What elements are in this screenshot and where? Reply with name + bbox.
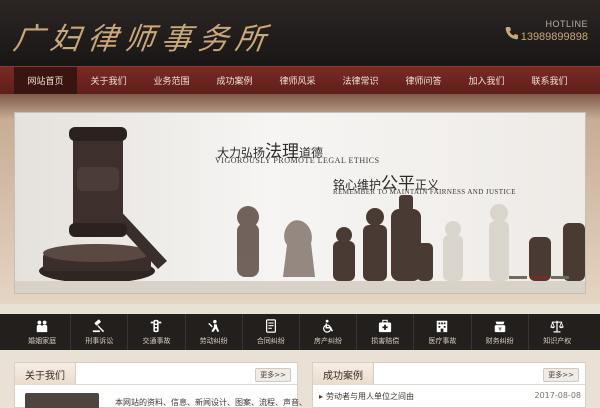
case-date: 2017-08-08 xyxy=(534,391,582,400)
service-medical[interactable]: 医疗事故 xyxy=(414,314,472,350)
service-criminal[interactable]: 刑事诉讼 xyxy=(71,314,129,350)
about-photo xyxy=(25,393,99,408)
about-panel-title: 关于我们 xyxy=(15,363,76,385)
nav-item-contact[interactable]: 联系我们 xyxy=(518,67,581,94)
wheelchair-icon xyxy=(323,319,334,333)
cases-panel-title: 成功案例 xyxy=(313,363,374,385)
service-label: 财务纠纷 xyxy=(485,336,514,345)
nav-item-lawyers[interactable]: 律师风采 xyxy=(266,67,329,94)
nav-item-cases[interactable]: 成功案例 xyxy=(203,67,266,94)
main-nav: 网站首页 关于我们 业务范围 成功案例 律师风采 法律常识 律师问答 加入我们 … xyxy=(0,66,600,94)
service-traffic[interactable]: 交通事故 xyxy=(128,314,186,350)
nav-item-home[interactable]: 网站首页 xyxy=(14,67,77,94)
nav-item-about[interactable]: 关于我们 xyxy=(77,67,140,94)
contract-icon xyxy=(265,318,276,333)
slider-dot-active[interactable] xyxy=(530,276,548,279)
money-icon: ¥ xyxy=(494,321,505,332)
service-damages[interactable]: 损害赔偿 xyxy=(357,314,415,350)
hotline-label: HOTLINE xyxy=(545,19,588,29)
service-label: 刑事诉讼 xyxy=(85,336,114,345)
banner-slogan-2-en: REMEMBER TO MAINTAIN FAIRNESS AND JUSTIC… xyxy=(333,188,516,196)
service-label: 劳动纠纷 xyxy=(199,336,228,345)
service-label: 交通事故 xyxy=(142,336,171,345)
nav-item-services[interactable]: 业务范围 xyxy=(140,67,203,94)
banner-slogan-1-en: VIGOROUSLY PROMOTE LEGAL ETHICS xyxy=(215,156,380,165)
nav-item-legal-knowledge[interactable]: 法律常识 xyxy=(329,67,392,94)
about-more-button[interactable]: 更多>> xyxy=(255,368,291,382)
about-text: 本网站的资料、信息、新闻设计、图案、流程、声音、 xyxy=(115,398,307,407)
service-label: 损害赔偿 xyxy=(371,336,400,345)
service-contract[interactable]: 合同纠纷 xyxy=(243,314,300,350)
cases-panel: 成功案例 更多>> ▸ 劳动者与用人单位之间由 2017-08-08 xyxy=(312,362,586,408)
hero-banner[interactable]: 大力弘扬法理道德 VIGOROUSLY PROMOTE LEGAL ETHICS… xyxy=(14,112,586,294)
services-bar: 婚姻家庭 刑事诉讼 交通事故 劳动纠纷 合同纠纷 房产纠纷 损害赔偿 医疗事故 xyxy=(0,314,600,350)
content-area: 关于我们 更多>> 本网站的资料、信息、新闻设计、图案、流程、声音、 成功案例 … xyxy=(0,350,600,408)
slider-dot[interactable] xyxy=(551,276,569,279)
case-list-item[interactable]: ▸ 劳动者与用人单位之间由 2017-08-08 xyxy=(319,391,581,402)
cases-panel-header: 成功案例 更多>> xyxy=(313,363,585,385)
hotline-number: 13989899898 xyxy=(520,31,588,43)
cases-more-button[interactable]: 更多>> xyxy=(543,368,579,382)
service-finance[interactable]: ¥ 财务纠纷 xyxy=(472,314,529,350)
service-label: 婚姻家庭 xyxy=(28,336,57,345)
slider-dot[interactable] xyxy=(509,276,527,279)
site-header: 广妇律师事务所 HOTLINE 13989899898 xyxy=(0,0,600,66)
gavel-icon xyxy=(93,319,105,332)
family-icon xyxy=(36,320,48,332)
service-family[interactable]: 婚姻家庭 xyxy=(14,314,72,350)
traffic-light-icon xyxy=(151,319,162,332)
service-property[interactable]: 房产纠纷 xyxy=(300,314,358,350)
case-title: 劳动者与用人单位之间由 xyxy=(326,392,415,401)
service-label: 医疗事故 xyxy=(428,336,457,345)
worker-icon xyxy=(207,319,219,332)
about-panel-header: 关于我们 更多>> xyxy=(15,363,297,385)
service-ip[interactable]: 知识产权 xyxy=(529,314,586,350)
service-label: 合同纠纷 xyxy=(256,336,285,345)
slider-dots xyxy=(509,276,569,279)
hotline-block: HOTLINE 13989899898 xyxy=(521,19,588,43)
phone-icon xyxy=(505,27,518,40)
service-labor[interactable]: 劳动纠纷 xyxy=(186,314,243,350)
scales-icon xyxy=(550,320,565,332)
medkit-icon xyxy=(379,319,392,332)
bullet-icon: ▸ xyxy=(319,392,324,401)
hospital-icon xyxy=(437,320,448,332)
nav-item-join[interactable]: 加入我们 xyxy=(455,67,518,94)
nav-item-qa[interactable]: 律师问答 xyxy=(392,67,455,94)
service-label: 房产纠纷 xyxy=(314,336,343,345)
site-logo[interactable]: 广妇律师事务所 xyxy=(11,14,276,58)
about-panel: 关于我们 更多>> 本网站的资料、信息、新闻设计、图案、流程、声音、 xyxy=(14,362,307,408)
service-label: 知识产权 xyxy=(543,336,572,345)
